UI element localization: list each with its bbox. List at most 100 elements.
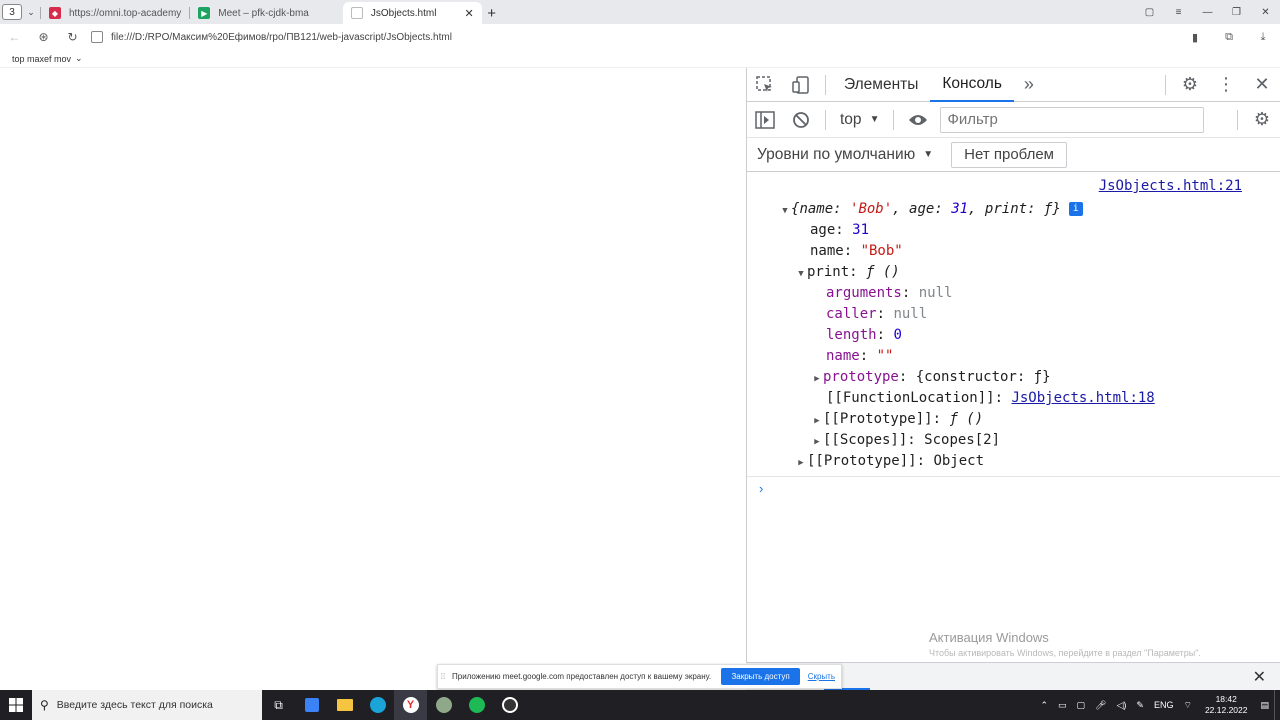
prop-key: [[FunctionLocation]] <box>826 390 995 406</box>
tab-list-chevron-icon[interactable]: ⌄ <box>22 2 40 22</box>
yandex-browser-icon[interactable]: Y <box>394 690 427 720</box>
prop-key: name <box>810 243 844 259</box>
settings-gear-icon[interactable]: ⚙ <box>1172 68 1208 102</box>
close-devtools-icon[interactable]: ✕ <box>1244 68 1280 102</box>
bookmark-folder[interactable]: top maxef mov <box>12 54 71 64</box>
collapsed-triangle-icon[interactable]: ▶ <box>811 369 823 390</box>
prop-value: Object <box>933 453 985 469</box>
edge-browser-icon[interactable] <box>361 690 394 720</box>
wifi-icon[interactable]: ⌔ <box>1178 700 1196 711</box>
dropdown-arrow-icon: ▼ <box>869 114 880 125</box>
object-preview-row[interactable]: ▼ {name: 'Bob', age: 31, print: ƒ} i <box>779 199 1083 220</box>
file-explorer-icon[interactable] <box>328 690 361 720</box>
issues-button[interactable]: Нет проблем <box>951 141 1067 168</box>
drag-handle-icon[interactable]: ⁞⁞ <box>438 672 448 681</box>
live-expression-eye-icon[interactable] <box>900 103 936 137</box>
page-viewport <box>0 68 746 662</box>
prop-row-expandable[interactable]: ▶ [[Prototype]]: Object <box>795 451 984 472</box>
collapsed-triangle-icon[interactable]: ▶ <box>811 432 823 453</box>
prop-row: [[FunctionLocation]]: JsObjects.html:18 <box>826 390 1155 406</box>
prop-value: Scopes[2] <box>924 432 1001 448</box>
tab-omni[interactable]: ◆ https://omni.top-academy <box>41 2 189 24</box>
dropdown-arrow-icon: ▼ <box>923 149 934 160</box>
hide-button[interactable]: Скрыть <box>808 672 835 681</box>
language-indicator[interactable]: ENG <box>1149 700 1179 710</box>
network-icon[interactable]: ▭ <box>1053 700 1072 711</box>
close-window-icon[interactable]: ✕ <box>1251 7 1280 18</box>
prop-value: null <box>893 306 928 322</box>
volume-icon[interactable]: ◁) <box>1111 700 1131 711</box>
url-field[interactable]: file:///D:/RPO/Максим%20Ефимов/rpo/ПВ121… <box>111 32 1178 43</box>
pen-icon[interactable]: ✎ <box>1131 700 1149 711</box>
log-levels-dropdown[interactable]: Уровни по умолчанию ▼ <box>757 146 933 164</box>
windows-start-icon[interactable] <box>0 690 32 720</box>
activation-watermark-text: Чтобы активировать Windows, перейдите в … <box>929 648 1201 658</box>
chevron-down-icon[interactable]: ⌄ <box>75 53 83 64</box>
device-toolbar-icon[interactable] <box>783 68 819 102</box>
back-icon[interactable]: ← <box>0 30 29 44</box>
clock[interactable]: 18:42 22.12.2022 <box>1197 694 1256 716</box>
clear-console-icon[interactable] <box>783 103 819 137</box>
prop-value: ƒ () <box>949 411 984 427</box>
prop-key: caller <box>826 306 877 322</box>
notifications-icon[interactable]: ▤ <box>1255 700 1274 711</box>
store-icon[interactable] <box>295 690 328 720</box>
task-view-icon[interactable]: ⧉ <box>262 690 295 720</box>
protect-icon[interactable]: ⊛ <box>29 30 58 44</box>
tab-elements[interactable]: Элементы <box>832 68 930 102</box>
taskbar-search-input[interactable]: ⚲ Введите здесь текст для поиска <box>32 690 262 720</box>
close-drawer-icon[interactable]: ✕ <box>1253 667 1266 687</box>
stop-sharing-button[interactable]: Закрыть доступ <box>721 668 800 685</box>
search-icon: ⚲ <box>40 698 49 712</box>
more-tabs-icon[interactable]: » <box>1014 74 1044 95</box>
download-icon[interactable]: ⤓ <box>1246 31 1280 44</box>
tab-console[interactable]: Консоль <box>930 68 1014 102</box>
prop-value: 31 <box>852 222 870 238</box>
tab-title: JsObjects.html <box>370 7 437 19</box>
collapsed-triangle-icon[interactable]: ▶ <box>795 453 807 474</box>
restore-icon[interactable]: ❐ <box>1222 7 1251 18</box>
prop-row-expandable[interactable]: ▶ [[Prototype]]: ƒ () <box>811 409 983 430</box>
source-link[interactable]: JsObjects.html:21 <box>1099 178 1242 194</box>
tab-counter[interactable]: 3 <box>2 4 22 20</box>
chevron-up-icon[interactable]: ⌃ <box>1035 700 1053 711</box>
spotify-icon[interactable] <box>460 690 493 720</box>
function-location-link[interactable]: JsObjects.html:18 <box>1011 390 1154 406</box>
close-tab-icon[interactable]: ✕ <box>464 7 473 20</box>
info-icon[interactable]: i <box>1068 202 1083 216</box>
filter-input[interactable] <box>940 106 1205 133</box>
expanded-triangle-icon[interactable]: ▼ <box>779 201 791 222</box>
app-icon[interactable] <box>427 690 460 720</box>
share-message: Приложению meet.google.com предоставлен … <box>452 672 712 681</box>
microphone-icon[interactable]: 🎤︎ <box>1090 700 1111 711</box>
menu-icon[interactable]: ≡ <box>1164 7 1193 18</box>
minimize-icon[interactable]: — <box>1193 7 1222 18</box>
show-desktop-button[interactable] <box>1274 690 1280 720</box>
toolbar-divider <box>1165 74 1166 95</box>
prop-row: caller: null <box>826 306 928 322</box>
tab-meet[interactable]: ▶ Meet – pfk-cjdk-bma <box>190 2 317 24</box>
new-tab-button[interactable]: + <box>482 2 502 24</box>
prop-row-expandable[interactable]: ▶ [[Scopes]]: Scopes[2] <box>811 430 1000 451</box>
collections-icon[interactable]: ▢ <box>1135 7 1164 18</box>
obs-icon[interactable] <box>493 690 526 720</box>
console-prompt[interactable]: › <box>747 476 1280 500</box>
prop-row: length: 0 <box>826 327 902 343</box>
context-selector[interactable]: top ▼ <box>832 111 887 129</box>
expanded-triangle-icon[interactable]: ▼ <box>795 264 807 285</box>
inspect-element-icon[interactable] <box>747 68 783 102</box>
more-options-icon[interactable]: ⋮ <box>1208 68 1244 102</box>
bookmark-icon[interactable]: ▮ <box>1178 31 1212 44</box>
collapsed-triangle-icon[interactable]: ▶ <box>811 411 823 432</box>
levels-label: Уровни по умолчанию <box>757 145 916 163</box>
tab-title: Meet – pfk-cjdk-bma <box>218 7 309 19</box>
prop-row-expandable[interactable]: ▶ prototype: {constructor: ƒ} <box>811 367 1050 390</box>
system-tray: ⌃ ▭ ▢ 🎤︎ ◁) ✎ ENG ⌔ 18:42 22.12.2022 ▤ <box>1035 690 1280 720</box>
reload-icon[interactable]: ↻ <box>58 30 87 44</box>
extensions-icon[interactable]: ⧉ <box>1212 31 1246 44</box>
prop-row-expandable[interactable]: ▼ print: ƒ () <box>795 262 899 285</box>
console-settings-gear-icon[interactable]: ⚙ <box>1244 103 1280 137</box>
display-icon[interactable]: ▢ <box>1072 700 1091 711</box>
sidebar-toggle-icon[interactable] <box>747 103 783 137</box>
tab-jsobjects[interactable]: JsObjects.html ✕ <box>342 2 482 24</box>
